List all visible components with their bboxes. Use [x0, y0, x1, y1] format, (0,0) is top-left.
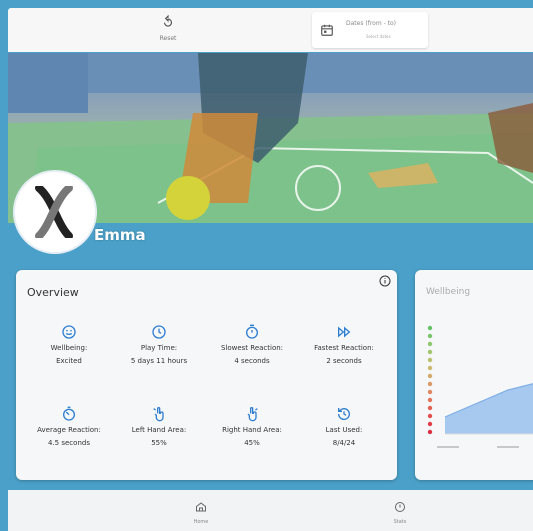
bottom-navigation: Home Stats — [8, 490, 533, 531]
nav-home-label: Home — [193, 519, 209, 525]
clock-icon — [152, 325, 166, 339]
stat-value: 8/4/24 — [332, 439, 356, 447]
date-range-hint: Select dates — [366, 34, 391, 39]
stat-value: 55% — [151, 439, 167, 447]
home-icon — [196, 502, 206, 512]
stat-value: 4.5 seconds — [48, 439, 90, 447]
calendar-icon — [321, 24, 333, 36]
nav-home-button[interactable]: Home — [181, 498, 221, 525]
info-icon[interactable] — [379, 275, 391, 287]
user-avatar-logo — [35, 186, 73, 238]
timer-icon — [63, 406, 75, 421]
stat-label: Last Used: — [325, 426, 363, 434]
stat-left-hand-area: Left Hand Area: 55% — [113, 406, 205, 448]
fast-forward-icon — [338, 326, 351, 338]
hand-pointer-right-icon — [247, 407, 258, 422]
overview-card: Overview Wellbeing: Excited Play Time: 5… — [16, 270, 397, 480]
stat-play-time: Play Time: 5 days 11 hours — [113, 324, 205, 366]
overview-title: Overview — [27, 286, 79, 299]
stat-label: Left Hand Area: — [131, 426, 187, 434]
stats-icon — [395, 502, 405, 512]
stat-label: Slowest Reaction: — [220, 344, 284, 352]
stat-label: Play Time: — [140, 344, 178, 352]
stat-value: 45% — [244, 439, 260, 447]
reset-button[interactable]: Reset — [150, 14, 186, 42]
stat-label: Right Hand Area: — [222, 426, 282, 434]
nav-stats-button[interactable]: Stats — [380, 498, 420, 525]
stat-label: Average Reaction: — [37, 426, 101, 434]
stat-label: Fastest Reaction: — [314, 344, 374, 352]
stat-last-used: Last Used: 8/4/24 — [298, 406, 390, 448]
reset-label: Reset — [159, 35, 177, 42]
stat-value: 4 seconds — [234, 357, 270, 365]
wellbeing-card: Wellbeing — [415, 270, 533, 480]
profile-name: Emma — [94, 226, 146, 244]
date-range-label: Dates (from - to) — [346, 20, 397, 27]
nav-stats-label: Stats — [393, 519, 407, 525]
stat-value: 2 seconds — [326, 357, 362, 365]
stat-fastest-reaction: Fastest Reaction: 2 seconds — [298, 324, 390, 366]
top-toolbar: Reset Dates (from - to) Select dates — [8, 8, 533, 52]
stat-slowest-reaction: Slowest Reaction: 4 seconds — [206, 324, 298, 366]
wellbeing-chart — [427, 325, 533, 448]
stat-wellbeing: Wellbeing: Excited — [23, 324, 115, 366]
wellbeing-scale-dots — [427, 325, 433, 435]
smiley-face-icon — [62, 325, 76, 339]
stat-right-hand-area: Right Hand Area: 45% — [206, 406, 298, 448]
stat-value: 5 days 11 hours — [130, 357, 188, 365]
hand-pointer-left-icon — [153, 407, 164, 422]
wellbeing-title: Wellbeing — [426, 287, 471, 297]
stat-value: Excited — [56, 357, 82, 365]
stat-label: Wellbeing: — [50, 344, 88, 352]
stopwatch-icon — [246, 324, 258, 339]
reset-icon — [163, 14, 173, 27]
avatar — [15, 172, 95, 252]
history-icon — [337, 408, 350, 420]
stat-average-reaction: Average Reaction: 4.5 seconds — [23, 406, 115, 448]
date-range-picker[interactable]: Dates (from - to) Select dates — [312, 12, 428, 48]
